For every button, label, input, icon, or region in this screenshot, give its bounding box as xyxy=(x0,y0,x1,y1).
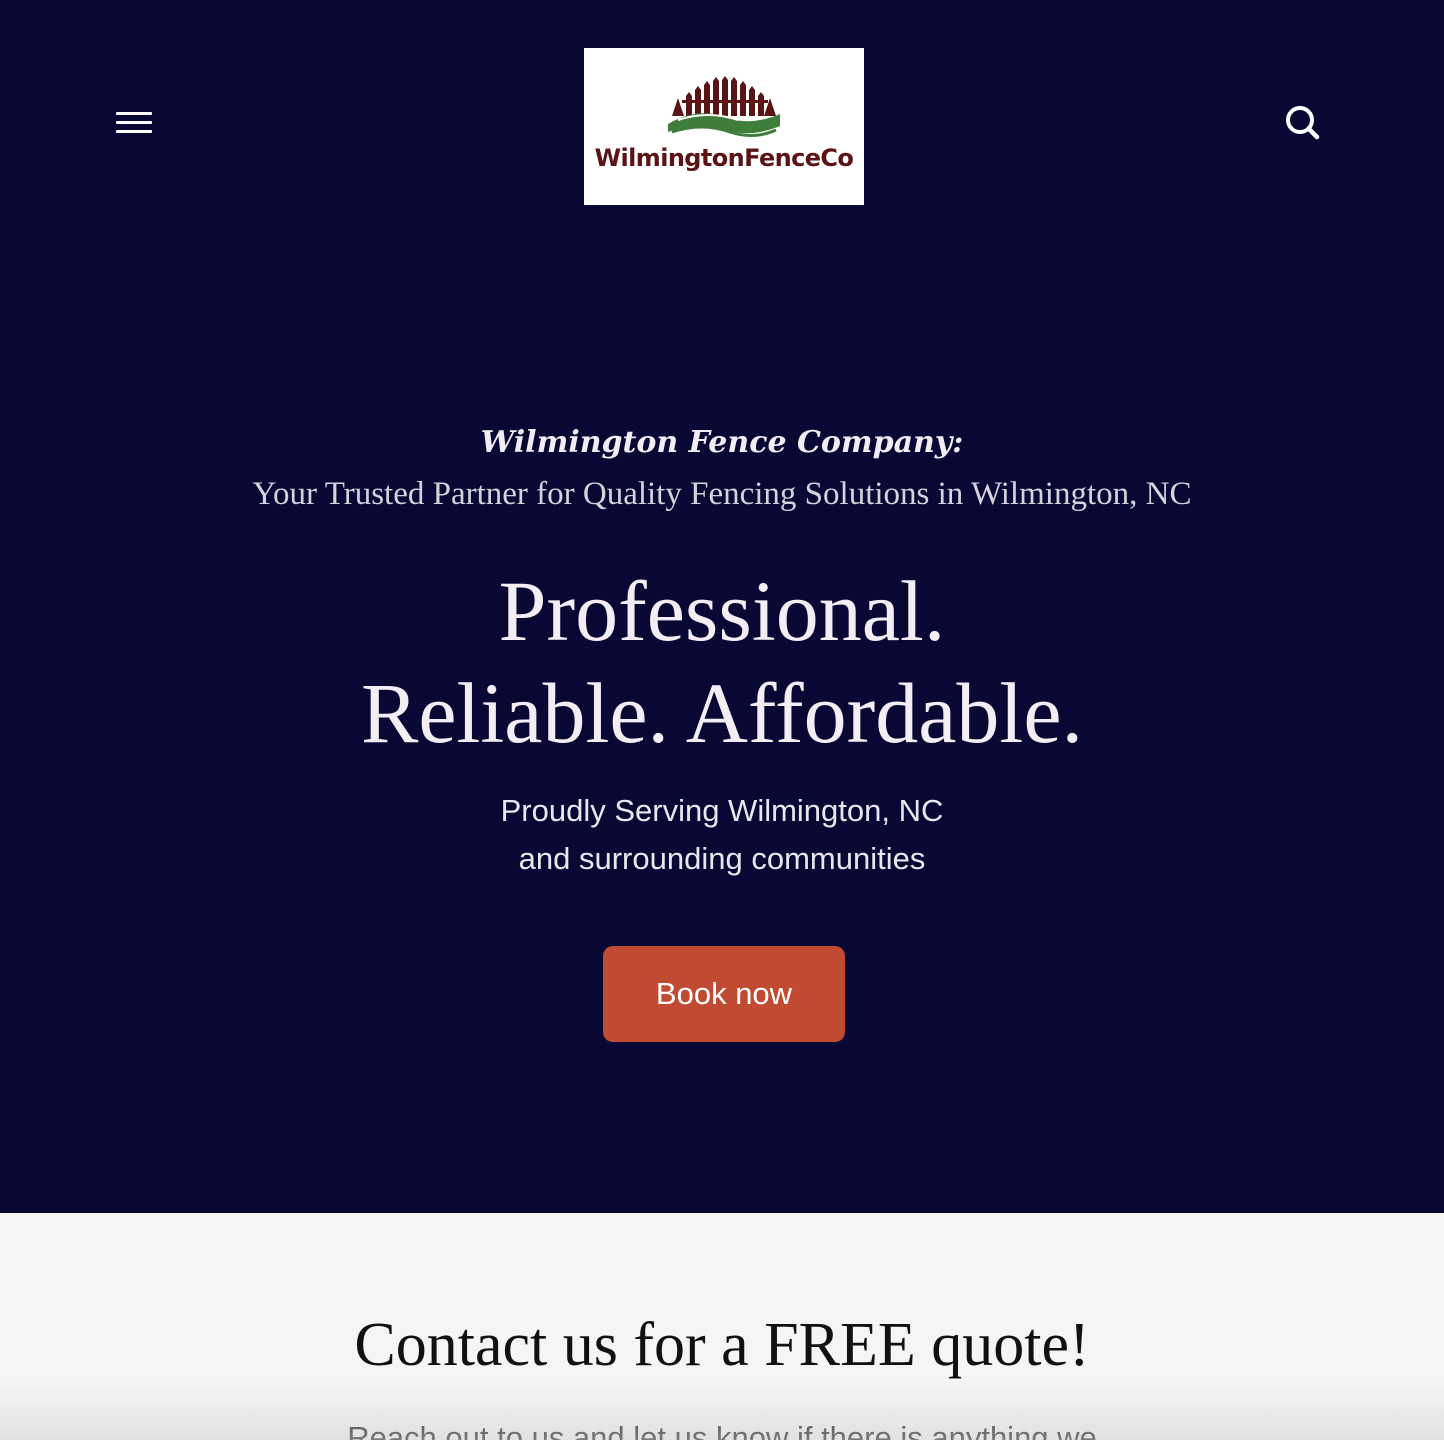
menu-bar xyxy=(116,112,152,115)
contact-heading: Contact us for a FREE quote! xyxy=(354,1311,1090,1379)
book-now-button[interactable]: Book now xyxy=(603,946,845,1042)
hero-section: WilmingtonFenceCo Wilmington Fence Compa… xyxy=(0,0,1444,1213)
headline-line-1: Professional. xyxy=(498,563,946,659)
service-area-text: Proudly Serving Wilmington, NC and surro… xyxy=(0,787,1444,883)
hero-kicker: Wilmington Fence Company: xyxy=(480,425,964,460)
hero-subtitle: Your Trusted Partner for Quality Fencing… xyxy=(252,476,1192,512)
service-area-line-1: Proudly Serving Wilmington, NC xyxy=(500,793,944,828)
service-area-line-2: and surrounding communities xyxy=(518,841,926,876)
menu-bar xyxy=(116,121,152,124)
hamburger-menu-icon[interactable] xyxy=(114,108,154,140)
hero-headline: Professional. Reliable. Affordable. xyxy=(0,560,1444,764)
site-logo[interactable]: WilmingtonFenceCo xyxy=(584,48,864,205)
headline-line-2: Reliable. Affordable. xyxy=(360,665,1083,761)
contact-body-text: Reach out to us and let us know if there… xyxy=(347,1420,1097,1440)
menu-bar xyxy=(116,130,152,133)
fence-logo-graphic xyxy=(668,76,780,137)
logo-wordmark: WilmingtonFenceCo xyxy=(594,144,854,172)
search-icon[interactable] xyxy=(1282,102,1322,142)
